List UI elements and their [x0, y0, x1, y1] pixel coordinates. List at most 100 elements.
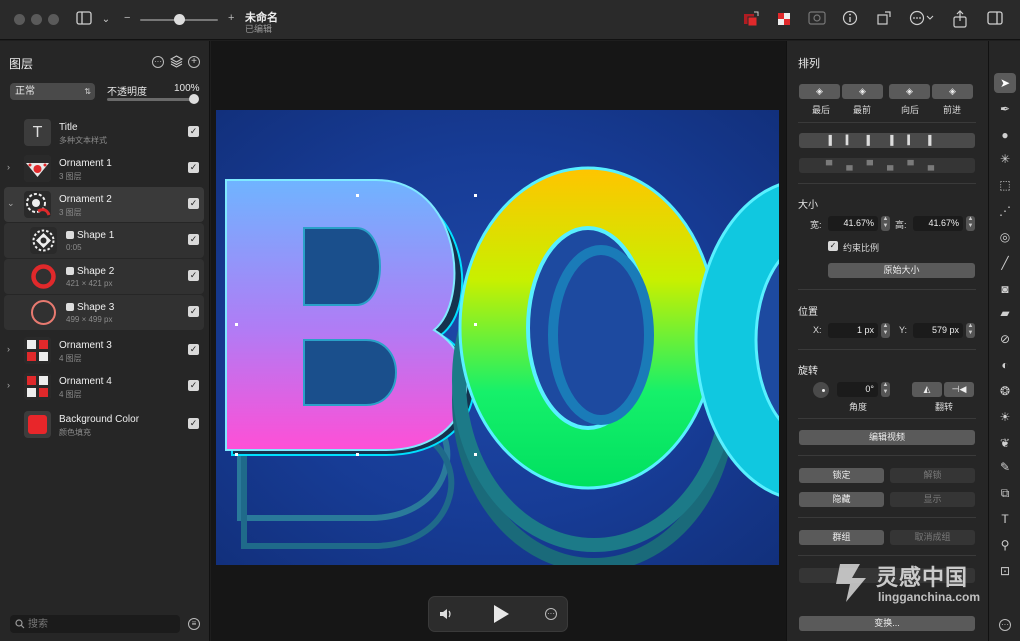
height-field[interactable]: 41.67%	[913, 216, 963, 231]
fill-bucket-icon[interactable]: ◙	[994, 279, 1016, 299]
visibility-checkbox[interactable]: ✓	[188, 126, 199, 137]
shapes-icon[interactable]: ●	[994, 125, 1016, 145]
layer-search-box[interactable]	[10, 615, 180, 633]
y-stepper[interactable]: ▲ ▼	[966, 323, 975, 338]
ungroup-button[interactable]: 取消成组	[890, 530, 975, 545]
magic-wand-icon[interactable]: ⋰	[994, 201, 1016, 221]
more-options-icon[interactable]: ···	[152, 56, 164, 68]
constrain-checkbox[interactable]: ✓	[828, 241, 838, 251]
clone-icon[interactable]: ❦	[994, 433, 1016, 453]
angle-stepper[interactable]: ▲ ▼	[881, 382, 890, 397]
opacity-slider[interactable]	[107, 98, 197, 101]
visibility-checkbox[interactable]: ✓	[188, 306, 199, 317]
width-field[interactable]: 41.67%	[828, 216, 878, 231]
text-icon[interactable]: T	[994, 509, 1016, 529]
align-horizontal-group[interactable]: ▐▍▌▐▍▌	[799, 133, 975, 148]
group-button[interactable]: 群组	[799, 530, 884, 545]
share-icon[interactable]	[950, 10, 970, 30]
bring-forward-button[interactable]: ◈	[932, 84, 973, 99]
image-icon[interactable]	[807, 10, 827, 30]
width-stepper[interactable]: ▲ ▼	[881, 216, 890, 231]
smudge-icon[interactable]: ◐	[994, 355, 1016, 375]
chevron-right-icon[interactable]: ›	[7, 380, 10, 390]
flip-vertical-button[interactable]: ⊣◀	[944, 382, 974, 397]
layer-row-ornament-2[interactable]: ⌄ Ornament 2 3 图层 ✓	[4, 187, 204, 222]
sidebar-icon[interactable]	[74, 10, 94, 30]
bandage-icon[interactable]: ⊘	[994, 329, 1016, 349]
search-input[interactable]	[28, 617, 168, 631]
visibility-checkbox[interactable]: ✓	[188, 198, 199, 209]
y-field[interactable]: 579 px	[913, 323, 963, 338]
visibility-checkbox[interactable]: ✓	[188, 162, 199, 173]
lock-button[interactable]: 锁定	[799, 468, 884, 483]
selection-rect-icon[interactable]: ⬚	[994, 175, 1016, 195]
artboard[interactable]	[216, 110, 779, 565]
play-icon[interactable]	[491, 604, 511, 627]
hide-button[interactable]: 隐藏	[799, 492, 884, 507]
layer-row-ornament-1[interactable]: › Ornament 1 3 图层 ✓	[4, 151, 204, 186]
add-layer-icon[interactable]: +	[188, 56, 200, 68]
visibility-checkbox[interactable]: ✓	[188, 270, 199, 281]
chevron-down-icon[interactable]: ⌄	[7, 198, 15, 209]
pen-nib-icon[interactable]: ✒	[994, 99, 1016, 119]
volume-icon[interactable]	[438, 607, 454, 624]
chevron-right-icon[interactable]: ›	[7, 344, 10, 354]
visibility-checkbox[interactable]: ✓	[188, 418, 199, 429]
layer-row-shape-1[interactable]: Shape 1 0:05 ✓	[4, 223, 204, 258]
zoom-window-button[interactable]	[48, 14, 59, 25]
visibility-checkbox[interactable]: ✓	[188, 344, 199, 355]
layer-row-ornament-4[interactable]: › Ornament 4 4 图层 ✓	[4, 369, 204, 404]
info-icon[interactable]	[840, 10, 860, 30]
bring-to-back-button[interactable]: ◈	[799, 84, 840, 99]
send-backward-button[interactable]: ◈	[889, 84, 930, 99]
distribute-group[interactable]: ▀▄▀▄▀▄	[799, 158, 975, 173]
transform-button[interactable]: 变换...	[799, 616, 975, 631]
pointer-icon[interactable]: ➤	[994, 73, 1016, 93]
chevron-down-icon[interactable]: ⌄	[96, 10, 116, 30]
sparkle-icon[interactable]: ✳	[994, 149, 1016, 169]
zoom-icon[interactable]: ⚲	[994, 535, 1016, 555]
original-size-button[interactable]: 原始大小	[828, 263, 975, 278]
color-select-icon[interactable]: ◎	[994, 227, 1016, 247]
show-button[interactable]: 显示	[890, 492, 975, 507]
blend-mode-select[interactable]: 正常 ⇅	[10, 83, 95, 100]
chevron-right-icon[interactable]: ›	[7, 162, 10, 172]
layers-stack-icon[interactable]	[169, 55, 184, 71]
color-mode-icon[interactable]	[774, 10, 794, 30]
edit-video-button[interactable]: 编辑视频	[799, 430, 975, 445]
zoom-in-button[interactable]: +	[228, 12, 234, 24]
rotation-dial[interactable]	[813, 382, 829, 398]
visibility-checkbox[interactable]: ✓	[188, 380, 199, 391]
opacity-slider-knob[interactable]	[189, 94, 199, 104]
unlock-button[interactable]: 解锁	[890, 468, 975, 483]
layer-row-shape-3[interactable]: Shape 3 499 × 499 px ✓	[4, 295, 204, 330]
bring-to-front-button[interactable]: ◈	[842, 84, 883, 99]
shape-combine-icon[interactable]: ⧉	[994, 483, 1016, 503]
x-stepper[interactable]: ▲ ▼	[881, 323, 890, 338]
layer-row-title[interactable]: T Title 多种文本样式 ✓	[4, 115, 204, 150]
layer-row-ornament-3[interactable]: › Ornament 3 4 图层 ✓	[4, 333, 204, 368]
filter-icon[interactable]: ≡	[188, 618, 200, 630]
brush-icon[interactable]: ╱	[994, 253, 1016, 273]
flip-horizontal-button[interactable]: ◭	[912, 382, 942, 397]
sun-icon[interactable]: ☀	[994, 407, 1016, 427]
color-swap-icon[interactable]	[741, 10, 761, 30]
pen-icon[interactable]: ✎	[994, 457, 1016, 477]
visibility-checkbox[interactable]: ✓	[188, 234, 199, 245]
blur-icon[interactable]: ❂	[994, 381, 1016, 401]
zoom-slider-knob[interactable]	[174, 14, 185, 25]
angle-field[interactable]: 0°	[837, 382, 878, 397]
layer-row-shape-2[interactable]: Shape 2 421 × 421 px ✓	[4, 259, 204, 294]
more-icon[interactable]	[908, 10, 936, 30]
more-options-icon[interactable]: ···	[545, 608, 557, 620]
x-field[interactable]: 1 px	[828, 323, 878, 338]
height-stepper[interactable]: ▲ ▼	[966, 216, 975, 231]
close-window-button[interactable]	[14, 14, 25, 25]
layer-row-background-color[interactable]: Background Color 颜色填充 ✓	[4, 407, 204, 442]
inspector-icon[interactable]	[985, 10, 1005, 30]
minimize-window-button[interactable]	[31, 14, 42, 25]
eraser-icon[interactable]: ▰	[994, 303, 1016, 323]
more-options-icon[interactable]: ···	[999, 619, 1011, 631]
zoom-out-button[interactable]: −	[124, 12, 130, 24]
resize-icon[interactable]	[874, 10, 894, 30]
